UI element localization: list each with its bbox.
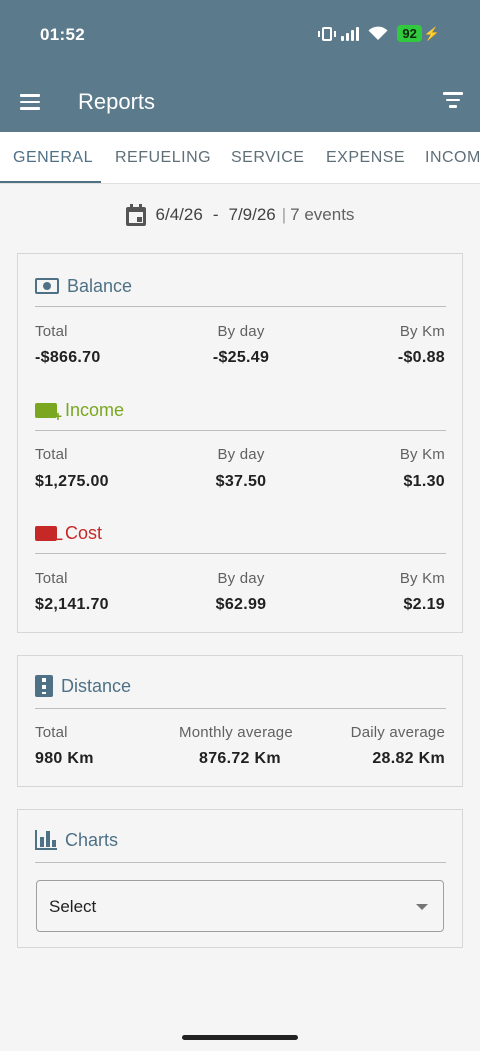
status-icons: 92 ⚡ [318,25,440,42]
page-title: Reports [78,89,156,114]
distance-card: Distance Total Monthly average Daily ave… [17,655,463,787]
distance-total-label: Total [35,724,68,741]
cost-divider [35,553,446,554]
status-time: 01:52 [40,25,85,44]
tab-refueling[interactable]: REFUELING [115,132,211,183]
balance-km-value: -$0.88 [397,349,445,366]
distance-header: Distance [35,673,131,699]
cost-title: Cost [65,522,103,543]
tab-service[interactable]: SERVICE [231,132,304,183]
filter-icon[interactable] [440,89,466,115]
chart-select-value: Select [49,897,97,916]
cost-km-value: $2.19 [403,596,445,613]
distance-monthly-value: 876.72 Km [199,750,281,767]
tab-general[interactable]: GENERAL [13,132,93,183]
battery-indicator: 92 [397,25,422,42]
distance-total-value: 980 Km [35,750,94,767]
distance-divider [35,708,446,709]
income-day-value: $37.50 [215,473,267,490]
distance-title: Distance [61,675,132,696]
charts-divider [35,862,446,863]
balance-divider [35,306,446,307]
income-header: Income [35,397,125,424]
income-title: Income [65,399,125,420]
signal-icon [341,26,360,41]
balance-km-label: By Km [399,323,445,340]
wifi-icon [368,26,388,40]
charts-header: Charts [35,827,118,853]
calendar-icon [125,204,146,226]
distance-daily-label: Daily average [350,724,445,741]
home-indicator[interactable] [182,1035,298,1040]
balance-card: Balance Total By day By Km -$866.70 -$25… [17,253,463,633]
bar-chart-icon [35,830,57,850]
toolbar: Reports [0,72,480,132]
income-day-label: By day [217,446,265,463]
income-icon [35,402,62,424]
cost-km-label: By Km [399,570,445,587]
charging-icon: ⚡ [423,25,440,41]
chart-select[interactable]: Select [36,880,444,932]
events-count: 7 events [290,205,355,224]
balance-title: Balance [67,275,133,296]
income-divider [35,430,446,431]
road-icon [35,675,53,697]
distance-monthly-label: Monthly average [179,724,293,741]
date-end: 7/9/26 [228,205,276,224]
status-bar: 01:52 92 ⚡ [0,0,480,72]
date-separator: | [281,205,287,224]
money-icon [35,278,59,294]
cost-icon [35,525,63,547]
chevron-down-icon [416,904,428,910]
vibrate-icon [318,26,337,41]
date-dash: - [212,205,219,224]
date-start: 6/4/26 [155,205,203,224]
balance-header: Balance [35,273,132,299]
tab-income[interactable]: INCOM [425,132,480,183]
cost-day-label: By day [217,570,265,587]
charts-title: Charts [65,829,119,850]
income-km-label: By Km [399,446,445,463]
tab-bar: GENERAL REFUELING SERVICE EXPENSE INCOM [0,132,480,184]
balance-day-label: By day [217,323,265,340]
app-bar: 01:52 92 ⚡ Reports [0,0,480,132]
income-km-value: $1.30 [403,473,445,490]
date-range[interactable]: 6/4/26 - 7/9/26 | 7 events [0,204,480,226]
charts-card: Charts Select [17,809,463,948]
tab-expense[interactable]: EXPENSE [326,132,405,183]
distance-daily-value: 28.82 Km [372,750,445,767]
cost-day-value: $62.99 [215,596,267,613]
menu-icon[interactable] [16,88,44,116]
tab-indicator [0,181,101,183]
cost-header: Cost [35,520,103,547]
